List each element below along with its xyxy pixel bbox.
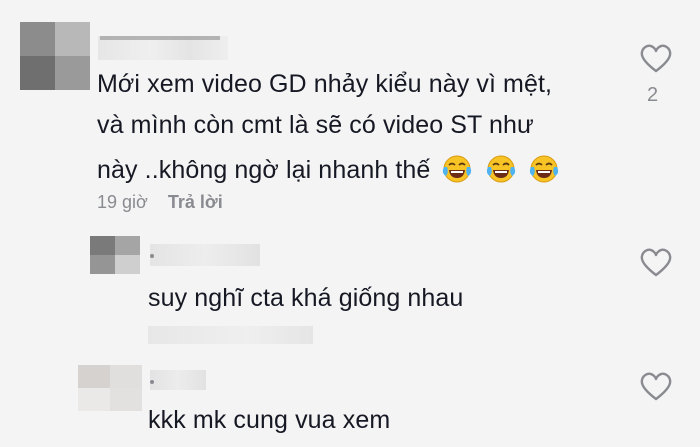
comment-text-line: này ..không ngờ lại nhanh thế xyxy=(97,154,560,189)
avatar[interactable] xyxy=(90,236,140,274)
tears-of-joy-emoji xyxy=(528,154,560,189)
comment-time: 19 giờ xyxy=(97,192,148,212)
comment-meta-redacted xyxy=(148,326,313,344)
avatar-pixel xyxy=(20,22,55,56)
comment-text: kkk mk cung vua xem xyxy=(148,406,391,434)
avatar-pixel xyxy=(110,388,142,411)
tears-of-joy-emoji xyxy=(485,154,517,189)
avatar-pixel xyxy=(90,255,115,274)
avatar-pixel xyxy=(55,22,90,56)
avatar-pixel xyxy=(20,56,55,90)
heart-outline-icon[interactable] xyxy=(639,44,673,74)
heart-outline-icon[interactable] xyxy=(639,372,673,402)
like-count: 2 xyxy=(647,84,659,106)
avatar-pixel xyxy=(90,236,115,255)
comment-text-line-content: này ..không ngờ lại nhanh thế xyxy=(97,156,431,185)
avatar-pixel xyxy=(55,56,90,90)
comment-text-line: và mình còn cmt là sẽ có video ST như xyxy=(97,111,534,139)
tears-of-joy-emoji xyxy=(441,154,473,189)
username-redacted[interactable] xyxy=(150,370,206,390)
username-dot xyxy=(150,254,154,258)
reply-button[interactable]: Trả lời xyxy=(168,192,223,212)
heart-outline-icon[interactable] xyxy=(639,248,673,278)
avatar[interactable] xyxy=(20,22,90,90)
avatar-pixel xyxy=(78,388,110,411)
comment-text-line: Mới xem video GD nhảy kiểu này vì mệt, xyxy=(97,70,553,98)
avatar-pixel xyxy=(115,236,140,255)
avatar-pixel xyxy=(115,255,140,274)
avatar-pixel xyxy=(78,365,110,388)
avatar[interactable] xyxy=(78,365,142,411)
username-dot xyxy=(150,380,154,384)
username-redacted[interactable] xyxy=(150,244,260,266)
username-redacted-ink xyxy=(100,36,220,40)
avatar-pixel xyxy=(110,365,142,388)
comment-text: suy nghĩ cta khá giống nhau xyxy=(148,284,464,312)
comment-meta: 19 giờ Trả lời xyxy=(97,192,223,213)
